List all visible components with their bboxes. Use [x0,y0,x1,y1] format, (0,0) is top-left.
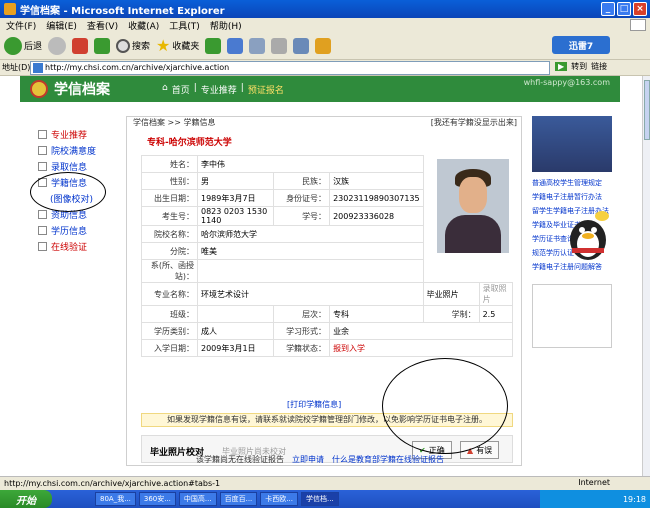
task-item-active[interactable]: 学信档... [300,492,339,506]
vertical-scrollbar[interactable] [642,76,650,476]
mail-button[interactable] [249,37,266,54]
history-button[interactable] [227,37,244,54]
back-button[interactable]: 后退 [4,36,42,55]
print-link[interactable]: [打印学籍信息] [287,399,341,410]
print-button[interactable] [271,37,288,54]
checkbox-icon [38,145,47,155]
links-label[interactable]: 链接 [591,61,607,72]
leftnav-major[interactable]: 专业推荐 [38,126,108,142]
task-item[interactable]: 80A_我... [95,492,136,506]
photo-label: 毕业照片 [422,282,480,306]
page-content: 学信档案 ⌂ 首页 | 专业推荐 | 预证报名 whfl-sappy@163.c… [0,76,642,476]
apply-link[interactable]: 立即申请 [292,454,324,465]
status-url: http://my.chsi.com.cn/archive/xjarchive.… [4,479,221,488]
menu-view[interactable]: 查看(V) [87,19,118,32]
missing-record-link[interactable]: [我还有学籍没显示出来] [431,117,517,128]
stop-button[interactable] [72,37,89,54]
nav-home[interactable]: 首页 [172,83,190,96]
menu-bar: 文件(F) 编辑(E) 查看(V) 收藏(A) 工具(T) 帮助(H) [0,18,650,32]
taskbar: 开始 80A_我... 360安... 中国高... 百度百... 卡西欧...… [0,490,650,508]
policy-link[interactable]: 普通高校学生管理规定 [532,178,622,192]
leftnav-verify[interactable]: 在线验证 [38,238,108,254]
banner-image[interactable] [532,116,612,172]
address-label: 地址(D) [2,63,31,72]
table-row: 学历类别： 成人 学习形式： 业余 [141,322,513,340]
menu-help[interactable]: 帮助(H) [210,19,242,32]
window-title: 学信档案 - Microsoft Internet Explorer [20,5,225,17]
page-icon [33,63,43,73]
start-button[interactable]: 开始 [0,490,52,508]
back-arrow-icon [4,36,22,55]
table-row: 系(所、函授站)： [141,259,513,283]
qq-penguin-icon[interactable] [566,210,610,262]
checkbox-icon [38,209,47,219]
checkbox-icon [38,161,47,171]
admission-photo-tab[interactable]: 录取照片 [478,282,514,306]
menu-tools[interactable]: 工具(T) [169,19,200,32]
xunlei-button[interactable]: 迅雷7 [552,36,610,54]
what-is-report-link[interactable]: 什么是教育部学籍在线验证报告 [332,454,444,465]
annotation-circle-buttons [382,358,508,454]
status-bar: http://my.chsi.com.cn/archive/xjarchive.… [0,476,650,490]
address-bar: 地址(D) http://my.chsi.com.cn/archive/xjar… [0,60,650,76]
user-email: whfl-sappy@163.com [523,78,610,87]
refresh-button[interactable] [94,37,111,54]
forward-button[interactable] [48,36,67,55]
student-photo [437,159,509,253]
policy-link[interactable]: 学籍电子注册暂行办法 [532,192,622,206]
home-icon: ⌂ [162,82,168,93]
system-tray: 19:18 [540,490,650,508]
logo-icon [30,80,48,98]
site-header: 学信档案 ⌂ 首页 | 专业推荐 | 预证报名 whfl-sappy@163.c… [20,76,620,102]
star-icon: ★ [156,36,171,55]
menu-edit[interactable]: 编辑(E) [46,19,77,32]
checkbox-icon [38,129,47,139]
ie-icon [4,3,16,15]
verify-report-line: 该学籍尚无在线验证报告 立即申请 什么是教育部学籍在线验证报告 [196,454,444,465]
windows-flag-icon [630,19,646,31]
clock[interactable]: 19:18 [623,495,646,504]
window-controls: _ □ × [601,2,647,16]
media-button[interactable] [205,37,222,54]
task-item[interactable]: 百度百... [219,492,258,506]
breadcrumb: 学信档案 >> 学籍信息 [我还有学籍没显示出来] [133,117,517,128]
leftnav-satisfaction[interactable]: 院校满意度 [38,142,108,158]
zone-label: Internet [578,478,610,487]
checkbox-icon [38,225,47,235]
top-nav: ⌂ 首页 | 专业推荐 | 预证报名 [162,82,284,96]
nav-register[interactable]: 预证报名 [248,83,284,96]
table-row: 专业名称： 环境艺术设计 毕业照片 录取照片 [141,282,514,306]
policy-link[interactable]: 学籍电子注册问题解答 [532,262,622,276]
address-input[interactable]: http://my.chsi.com.cn/archive/xjarchive.… [30,61,550,75]
annotation-circle-left [30,172,106,212]
close-button[interactable]: × [633,2,647,16]
go-label[interactable]: 转到 [571,61,587,72]
menu-favorites[interactable]: 收藏(A) [128,19,159,32]
checkbox-icon [38,241,47,251]
site-logo[interactable]: 学信档案 [30,79,110,99]
certificate-image[interactable] [532,284,612,348]
leftnav-degree[interactable]: 学历信息 [38,222,108,238]
favorites-button[interactable]: ★ 收藏夹 [156,36,199,55]
minimize-button[interactable]: _ [601,2,615,16]
go-button[interactable]: ▶ [555,62,568,71]
go-area: ▶ 转到 链接 [555,61,607,72]
table-row: 班级： 层次： 专科 学制： 2.5 [141,305,514,323]
search-icon [116,38,131,53]
toolbar: 后退 搜索 ★ 收藏夹 迅雷7 [0,32,650,60]
record-title: 专科-哈尔滨师范大学 [147,138,232,148]
task-item[interactable]: 360安... [138,492,176,506]
maximize-button[interactable]: □ [617,2,631,16]
edit-button[interactable] [293,37,310,54]
task-item[interactable]: 卡西欧... [260,492,298,506]
nav-major[interactable]: 专业推荐 [201,83,237,96]
table-row: 入学日期： 2009年3月1日 学籍状态： 报到入学 [141,339,513,357]
search-button[interactable]: 搜索 [116,38,150,53]
menu-file[interactable]: 文件(F) [6,19,36,32]
task-item[interactable]: 中国高... [178,492,217,506]
title-bar: 学信档案 - Microsoft Internet Explorer _ □ × [0,0,650,18]
messenger-button[interactable] [315,37,332,54]
